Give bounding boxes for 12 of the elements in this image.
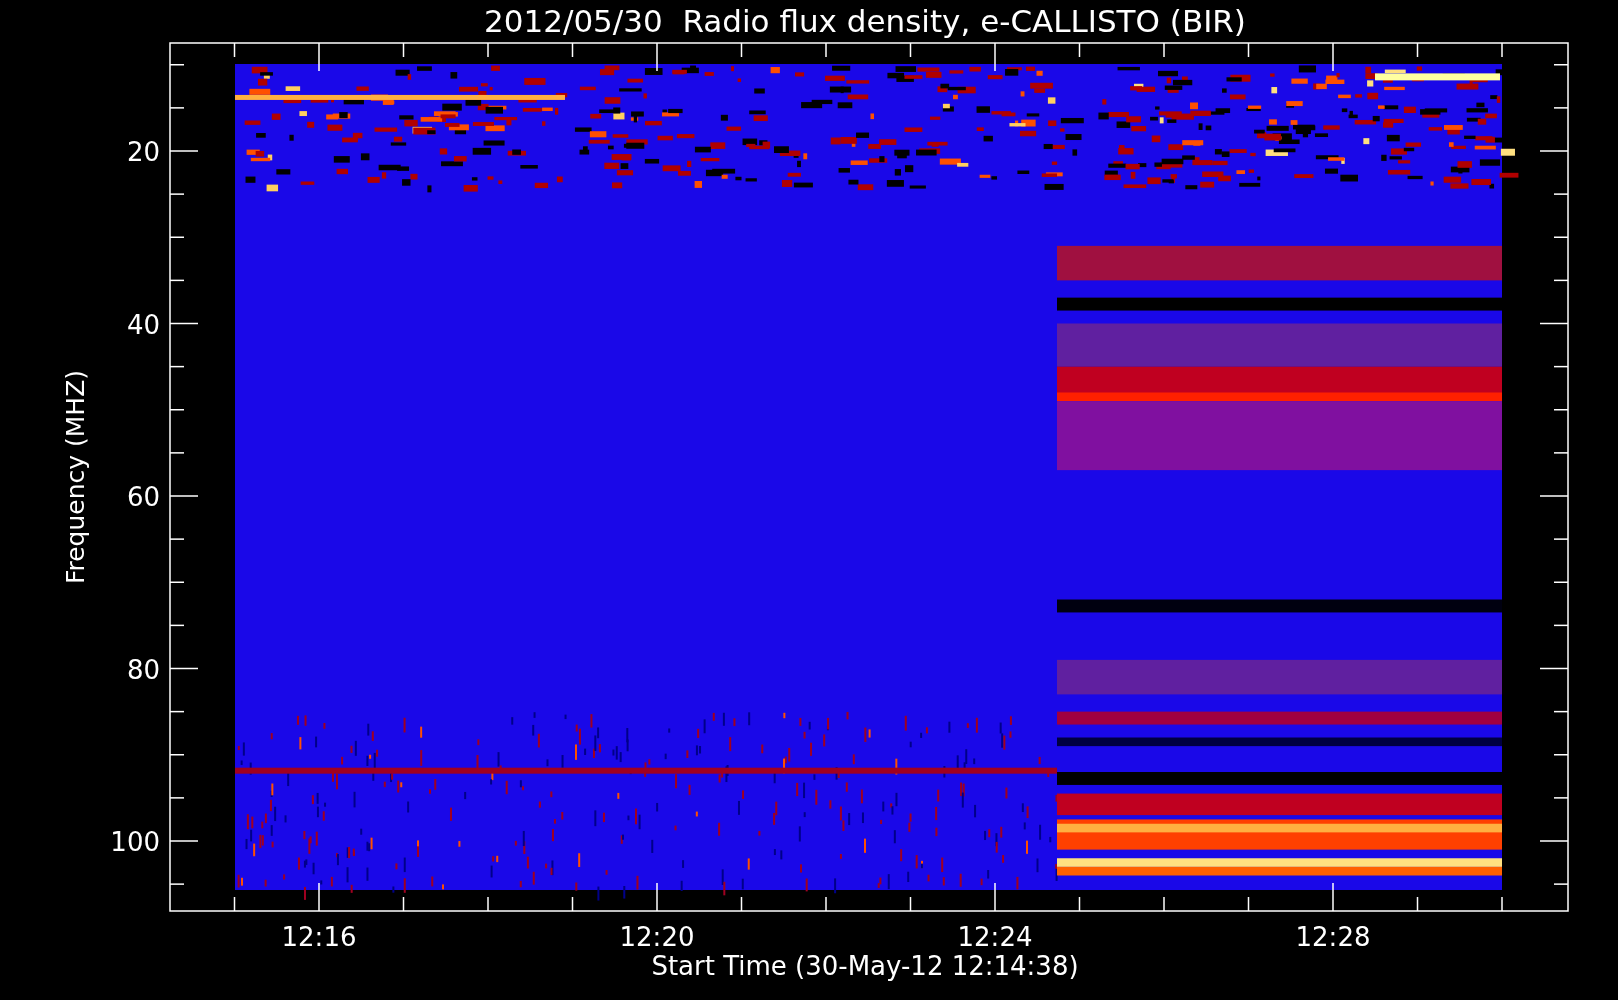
x-tick-label: 12:24 [957, 922, 1033, 952]
chart-title: 2012/05/30 Radio flux density, e-CALLISTO (BIR) [484, 3, 1246, 39]
x-tick-label: 12:28 [1295, 922, 1371, 952]
y-tick-label: 60 [126, 482, 160, 512]
y-tick-label: 20 [126, 137, 160, 167]
x-axis-label: Start Time (30-May-12 12:14:38) [651, 951, 1079, 981]
y-axis-label: Frequency (MHZ) [61, 369, 90, 585]
y-tick-label: 40 [126, 309, 160, 340]
x-tick-label: 12:20 [619, 922, 695, 952]
y-tick-label: 80 [126, 654, 160, 685]
x-tick-label: 12:16 [281, 922, 357, 952]
y-tick-label: 100 [110, 827, 160, 857]
